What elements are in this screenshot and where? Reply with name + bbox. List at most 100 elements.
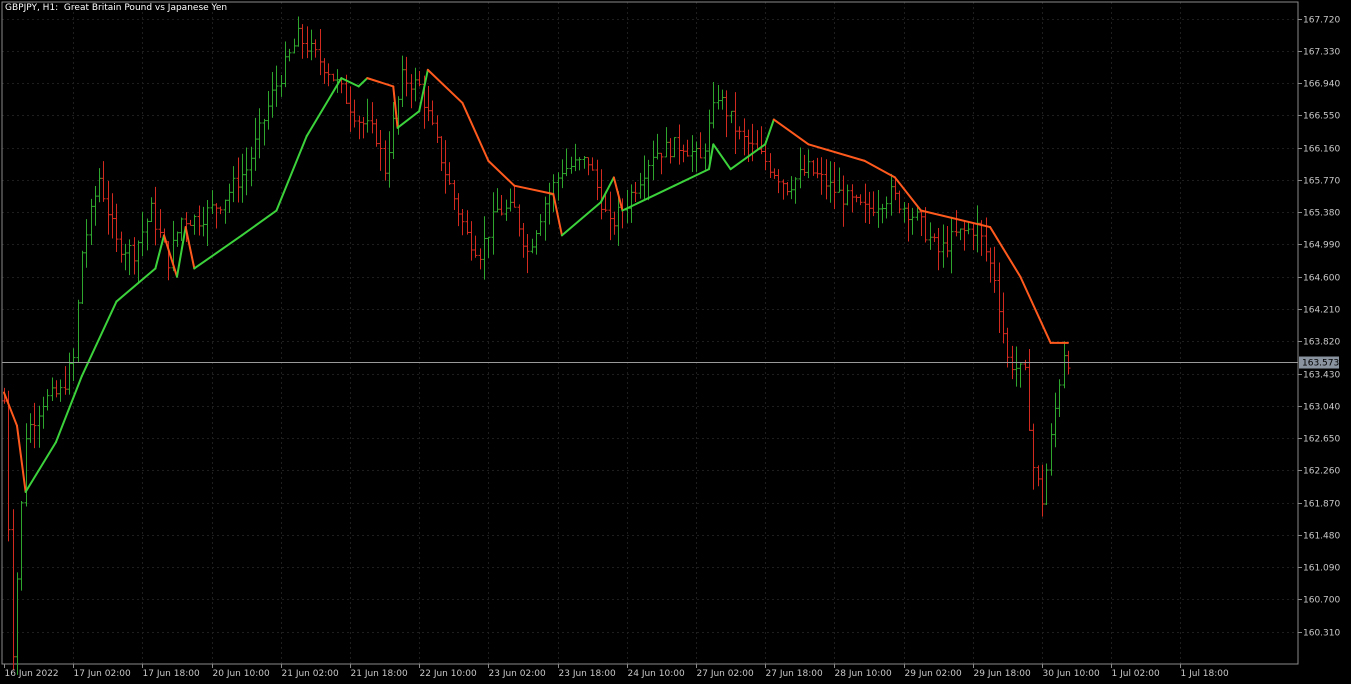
y-tick-label: 166.940: [1303, 80, 1340, 90]
bar-bearish: [850, 184, 855, 213]
bar-bullish: [534, 230, 539, 255]
y-tick-label: 164.600: [1303, 274, 1340, 284]
bar-bullish: [253, 117, 258, 171]
bar-bearish: [932, 233, 937, 242]
bar-bullish: [491, 192, 496, 255]
bar-bullish: [262, 118, 267, 146]
bar-bearish: [984, 217, 989, 262]
bar-bearish: [326, 63, 331, 87]
bar-bearish: [772, 168, 777, 179]
current-price-label: 163.573: [1302, 359, 1339, 369]
trend-segment-down: [772, 118, 810, 146]
y-tick-label: 162.650: [1303, 435, 1340, 445]
x-tick-label: 28 Jun 10:00: [835, 669, 892, 679]
bar-bearish: [919, 210, 924, 236]
bar-bearish: [54, 380, 59, 398]
bar-bearish: [512, 185, 517, 208]
trend-segment-up: [396, 110, 421, 129]
bar-bullish: [798, 147, 803, 189]
bar-bearish: [945, 226, 950, 258]
y-tick-label: 161.870: [1303, 500, 1340, 510]
bar-bearish: [370, 102, 375, 134]
grid-lines: [2, 2, 1298, 664]
trend-segment-up: [560, 201, 602, 237]
bar-bullish: [1044, 463, 1049, 506]
bar-bullish: [530, 238, 535, 254]
bar-bullish: [15, 572, 20, 675]
bar-bullish: [884, 196, 889, 219]
bar-bullish: [149, 197, 154, 223]
bar-bearish: [322, 58, 327, 84]
bar-bullish: [672, 137, 677, 158]
x-tick-label: 21 Jun 02:00: [282, 669, 339, 679]
bar-bearish: [352, 99, 357, 128]
trend-segment-up: [54, 375, 83, 444]
bar-bullish: [880, 203, 885, 224]
bar-bullish: [93, 185, 98, 226]
bar-bearish: [305, 26, 310, 59]
trend-segment-up: [599, 176, 615, 204]
bar-bearish: [893, 178, 898, 201]
bar-bearish: [153, 186, 158, 246]
bar-bullish: [504, 199, 509, 221]
bar-bearish: [6, 390, 11, 542]
bar-bullish: [547, 182, 552, 225]
bar-bullish: [1053, 392, 1058, 448]
bar-bullish: [201, 206, 206, 237]
bar-bearish: [595, 159, 600, 201]
bar-bullish: [1057, 379, 1062, 417]
bar-bearish: [106, 181, 111, 235]
bar-bearish: [374, 118, 379, 147]
bar-bullish: [1062, 341, 1067, 389]
bar-bullish: [629, 184, 634, 223]
bar-bearish: [677, 124, 682, 165]
bar-bullish: [573, 143, 578, 172]
bar-bearish: [11, 509, 16, 671]
bar-bullish: [205, 200, 210, 246]
price-chart[interactable]: 167.720 167.330 166.940 166.550 166.160 165.7…: [0, 0, 1351, 684]
bar-bearish: [824, 159, 829, 200]
bar-bullish: [651, 140, 656, 181]
y-tick-label: 161.480: [1303, 532, 1340, 542]
bar-bullish: [145, 218, 150, 251]
trend-segment-down: [1019, 275, 1052, 344]
bar-bearish: [119, 231, 124, 263]
bar-bearish: [197, 205, 202, 236]
bar-bearish: [668, 138, 673, 164]
bar-bullish: [949, 216, 954, 274]
trend-segment-up: [193, 234, 243, 270]
x-tick-label: 29 Jun 18:00: [974, 669, 1031, 679]
trend-segment-up: [418, 68, 429, 113]
bar-bullish: [19, 501, 24, 591]
bar-bearish: [348, 86, 353, 132]
bar-bullish: [941, 224, 946, 268]
bar-bullish: [495, 188, 500, 213]
bar-bullish: [703, 143, 708, 170]
y-tick-label: 164.990: [1303, 241, 1340, 251]
trend-segment-up: [115, 267, 157, 303]
bar-bullish: [223, 199, 228, 224]
bar-bullish: [582, 156, 587, 169]
x-tick-label: 21 Jun 18:00: [351, 669, 408, 679]
bar-bearish: [724, 90, 729, 138]
bar-bullish: [210, 190, 215, 215]
x-tick-label: 1 Jul 02:00: [1112, 669, 1161, 679]
bar-bullish: [140, 211, 145, 257]
bar-bearish: [742, 118, 747, 156]
bar-bullish: [67, 352, 72, 395]
x-tick-label: 27 Jun 18:00: [766, 669, 823, 679]
bar-bearish: [110, 193, 115, 239]
bar-bullish: [560, 159, 565, 189]
bar-bullish: [387, 131, 392, 188]
x-tick-label: 23 Jun 18:00: [559, 669, 616, 679]
bar-bearish: [188, 219, 193, 226]
bar-bullish: [664, 127, 669, 158]
bar-bullish: [716, 84, 721, 110]
bar-bearish: [962, 221, 967, 251]
y-tick-label: 163.430: [1303, 371, 1340, 381]
bar-bearish: [954, 210, 959, 237]
bar-bullish: [837, 167, 842, 193]
bar-bearish: [357, 115, 362, 140]
bar-bullish: [97, 168, 102, 203]
bar-bearish: [802, 154, 807, 176]
